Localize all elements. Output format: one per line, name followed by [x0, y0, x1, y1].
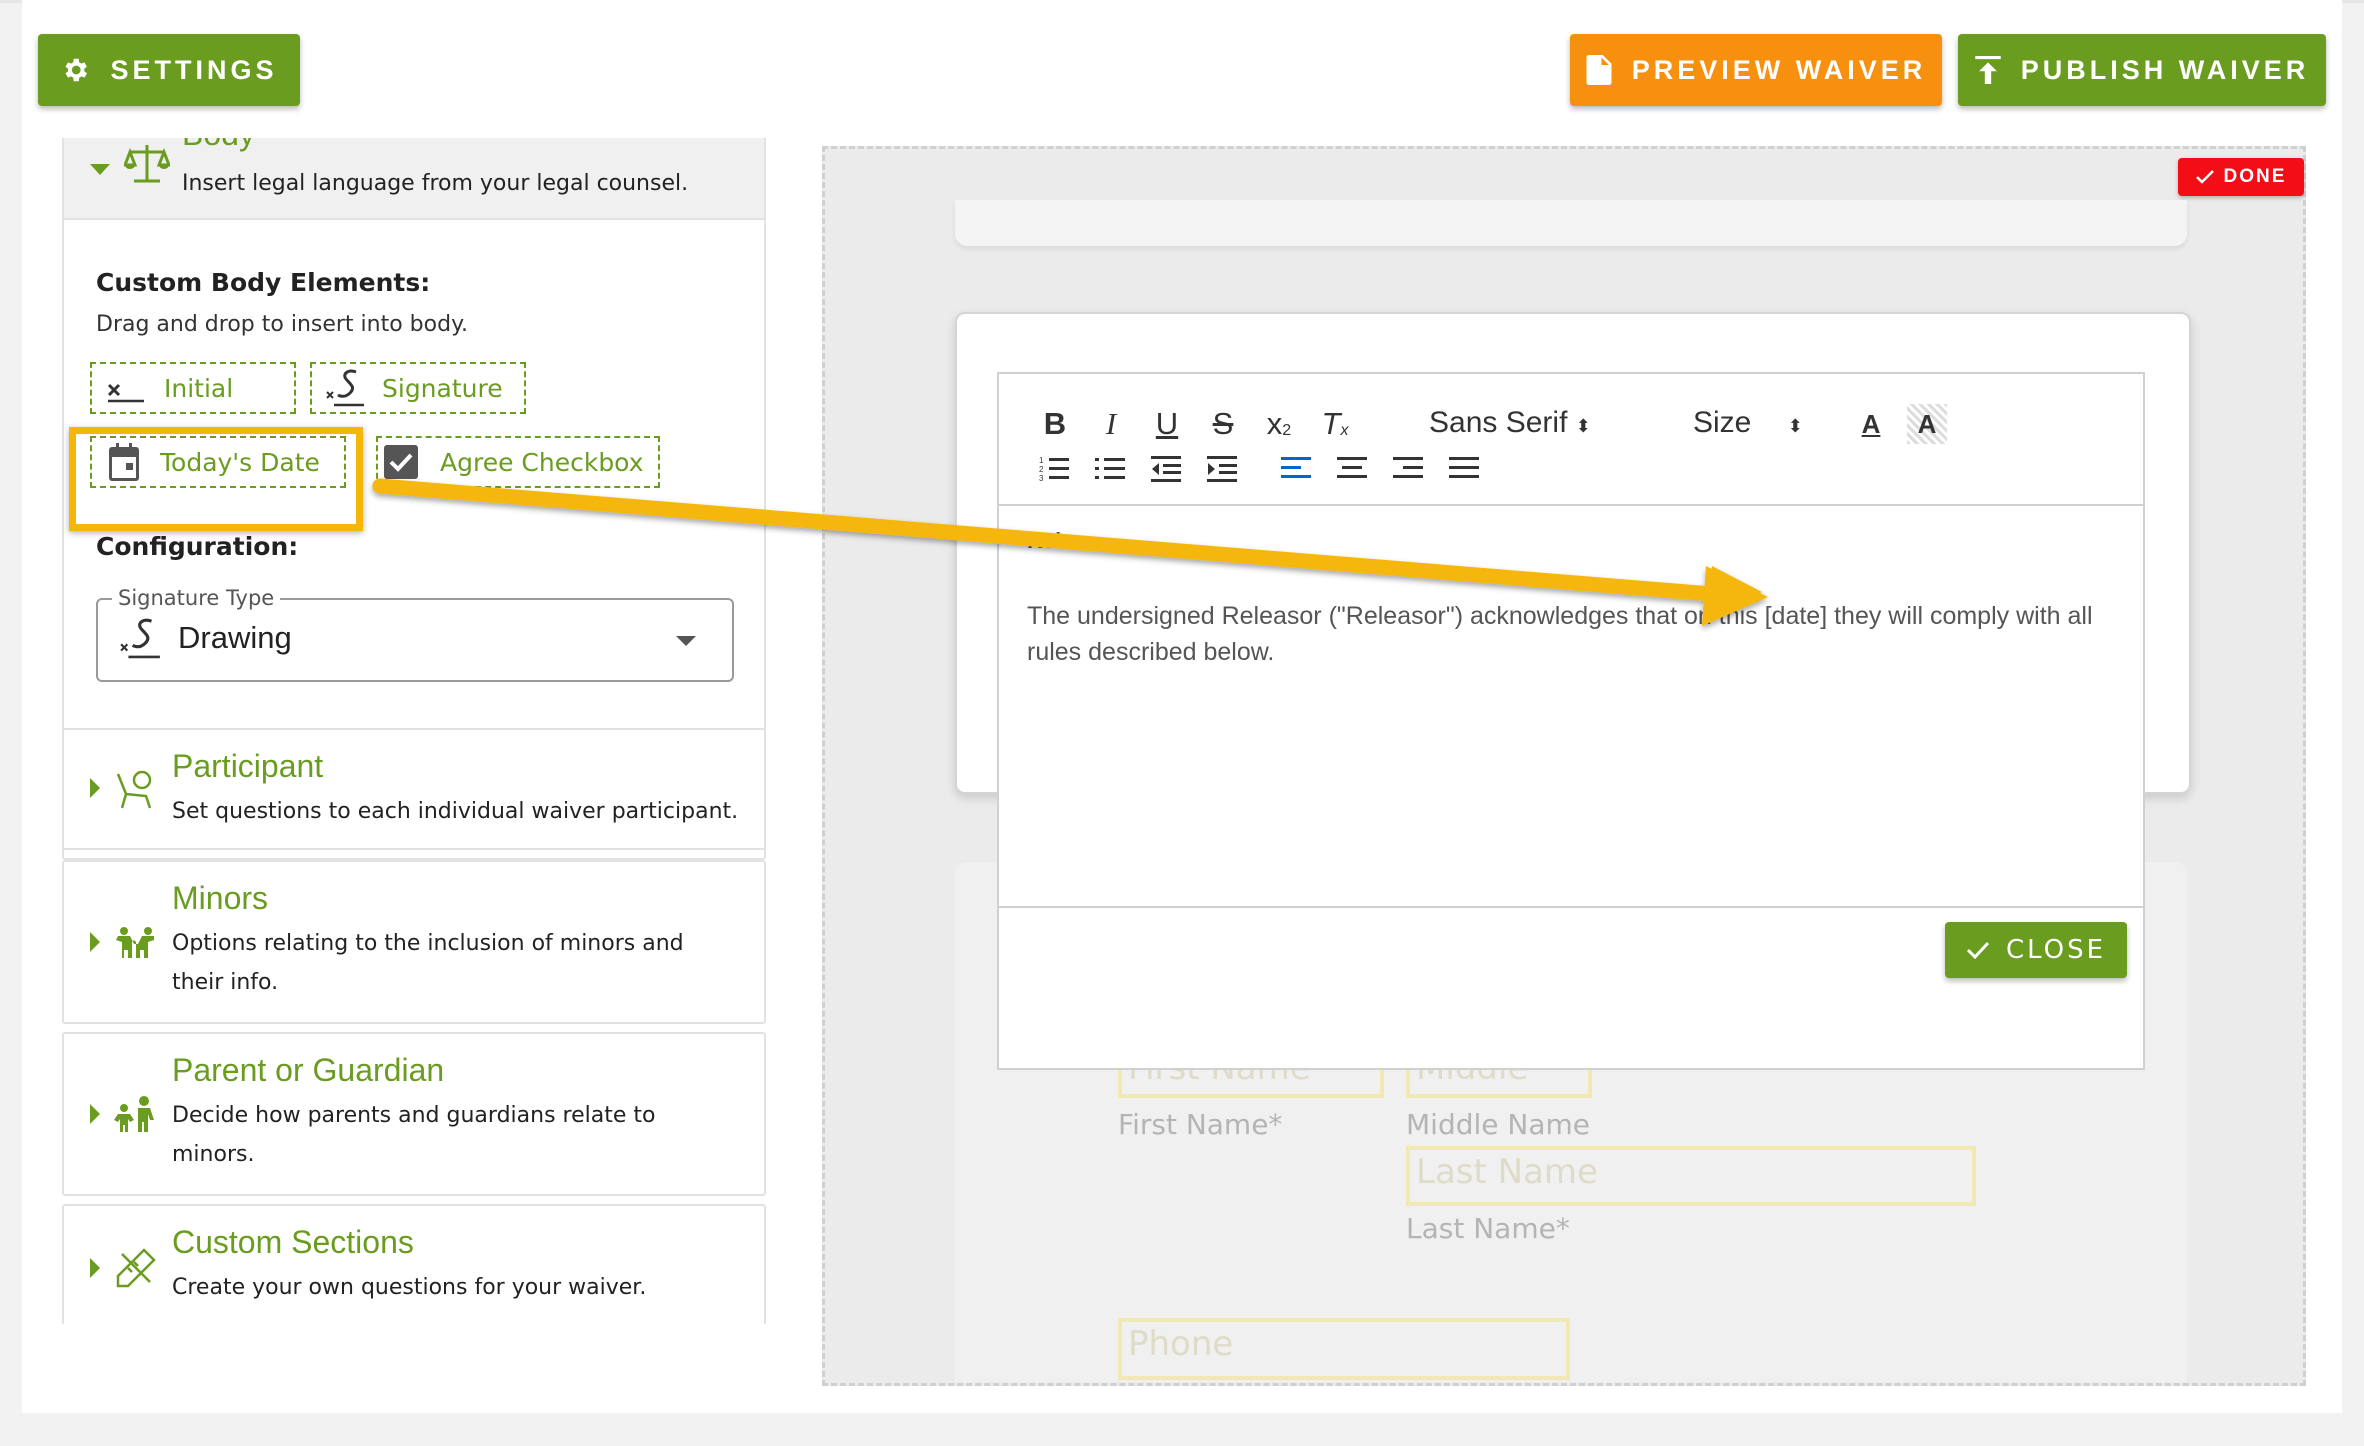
editor-partial-heading: Rel — [1027, 528, 1062, 553]
align-justify-icon[interactable] — [1449, 454, 1479, 484]
chip-signature[interactable]: Signature — [310, 362, 526, 414]
last-name-field[interactable]: Last Name — [1406, 1146, 1976, 1206]
signature-type-value: Drawing — [178, 620, 292, 655]
align-center-icon[interactable] — [1337, 454, 1367, 484]
gear-icon — [65, 58, 88, 82]
chip-agree-checkbox-label: Agree Checkbox — [440, 447, 644, 477]
chip-initial-label: Initial — [164, 373, 234, 403]
minors-icon — [116, 927, 154, 958]
bold-button[interactable]: B — [1035, 404, 1075, 444]
caret-right-icon — [90, 1104, 100, 1124]
phone-placeholder: Phone — [1128, 1324, 1234, 1364]
section-participant[interactable]: Participant Set questions to each indivi… — [62, 728, 766, 850]
guardian-description: Decide how parents and guardians relate … — [172, 1103, 656, 1167]
svg-text:2: 2 — [1039, 465, 1044, 474]
section-parent-guardian[interactable]: Parent or Guardian Decide how parents an… — [62, 1032, 766, 1196]
settings-button[interactable]: SETTINGS — [38, 34, 300, 106]
check-icon — [2195, 170, 2214, 184]
body-title: Body — [182, 138, 255, 153]
dropdown-caret-icon — [676, 636, 696, 646]
signature-icon — [120, 618, 160, 659]
participant-description: Set questions to each individual waiver … — [172, 799, 739, 824]
select-arrows-icon: ⬍ — [1787, 416, 1803, 436]
select-arrows-icon: ⬍ — [1575, 416, 1591, 436]
sidebar: Body Insert legal language from your leg… — [62, 138, 766, 1324]
signature-icon — [326, 369, 364, 407]
subscript-button[interactable]: x2 — [1259, 404, 1299, 444]
underline-button[interactable]: U — [1147, 404, 1187, 444]
caret-right-icon — [90, 932, 100, 952]
publish-waiver-button[interactable]: PUBLISH WAIVER — [1958, 34, 2326, 106]
phone-field[interactable]: Phone — [1118, 1318, 1570, 1380]
outdent-icon[interactable] — [1151, 454, 1181, 484]
preview-waiver-label: PREVIEW WAIVER — [1631, 54, 1927, 85]
italic-button[interactable]: I — [1091, 404, 1131, 444]
guardian-icon — [114, 1096, 154, 1132]
upload-icon — [1975, 56, 2001, 84]
minors-description: Options relating to the inclusion of min… — [172, 931, 684, 995]
bullet-list-icon[interactable] — [1095, 454, 1125, 484]
align-left-icon[interactable] — [1281, 454, 1311, 484]
editor-body-text: The undersigned Releasor ("Releasor") ac… — [1027, 602, 2093, 666]
svg-text:1: 1 — [1039, 456, 1044, 465]
document-icon — [1586, 55, 1612, 85]
ordered-list-icon[interactable]: 123 — [1039, 454, 1069, 484]
checkbox-icon — [384, 445, 418, 479]
chip-initial[interactable]: Initial — [90, 362, 296, 414]
close-button[interactable]: CLOSE — [1945, 922, 2127, 978]
done-button[interactable]: DONE — [2178, 158, 2304, 196]
font-size-select[interactable]: Size ⬍ — [1693, 406, 1803, 440]
editor-toolbar: B I U S x2 Tx Sans Serif ⬍ Size ⬍ A A 12… — [999, 374, 2143, 506]
participant-icon — [116, 770, 152, 809]
close-label: CLOSE — [2005, 935, 2107, 965]
done-label: DONE — [2223, 166, 2287, 187]
svg-text:3: 3 — [1039, 474, 1044, 483]
editor-content-area[interactable]: Rel The undersigned Releasor ("Releasor"… — [999, 506, 2143, 908]
first-name-label: First Name* — [1118, 1108, 1283, 1141]
middle-name-label: Middle Name — [1406, 1108, 1590, 1141]
section-minors[interactable]: Minors Options relating to the inclusion… — [62, 860, 766, 1024]
preview-waiver-button[interactable]: PREVIEW WAIVER — [1570, 34, 1942, 106]
custom-sections-icon — [116, 1248, 156, 1288]
preview-panel-previous — [955, 200, 2187, 246]
settings-label: SETTINGS — [110, 54, 278, 85]
signature-type-select[interactable]: Signature Type Drawing — [96, 586, 734, 682]
chip-agree-checkbox[interactable]: Agree Checkbox — [376, 436, 660, 488]
strikethrough-button[interactable]: S — [1203, 404, 1243, 444]
caret-down-icon — [90, 164, 110, 175]
indent-icon[interactable] — [1207, 454, 1237, 484]
body-section-header[interactable]: Body Insert legal language from your leg… — [64, 138, 764, 220]
last-name-label: Last Name* — [1406, 1212, 1570, 1245]
font-size-value: Size — [1693, 406, 1752, 439]
clear-format-button[interactable]: Tx — [1315, 404, 1355, 444]
chip-signature-label: Signature — [382, 373, 503, 403]
scales-icon — [124, 145, 170, 183]
caret-right-icon — [90, 778, 100, 798]
custom-sections-title: Custom Sections — [172, 1224, 414, 1260]
custom-elements-heading: Custom Body Elements: — [96, 268, 431, 297]
section-custom-sections[interactable]: Custom Sections Create your own question… — [62, 1204, 766, 1324]
check-icon — [1966, 941, 1990, 959]
background-color-button[interactable]: A — [1907, 404, 1947, 444]
last-name-placeholder: Last Name — [1416, 1152, 1598, 1192]
body-description: Insert legal language from your legal co… — [182, 171, 689, 196]
signature-type-legend: Signature Type — [112, 586, 281, 610]
align-right-icon[interactable] — [1393, 454, 1423, 484]
participant-title: Participant — [172, 748, 324, 784]
caret-right-icon — [90, 1258, 100, 1278]
configuration-heading: Configuration: — [96, 532, 299, 561]
font-family-select[interactable]: Sans Serif ⬍ — [1429, 406, 1591, 440]
text-color-button[interactable]: A — [1851, 404, 1891, 444]
custom-elements-hint: Drag and drop to insert into body. — [96, 312, 468, 337]
font-family-value: Sans Serif — [1429, 406, 1568, 439]
annotation-highlight-box — [69, 427, 363, 531]
custom-sections-description: Create your own questions for your waive… — [172, 1275, 647, 1300]
initial-icon — [107, 383, 144, 403]
guardian-title: Parent or Guardian — [172, 1052, 445, 1088]
publish-waiver-label: PUBLISH WAIVER — [2020, 54, 2310, 85]
minors-title: Minors — [172, 880, 269, 916]
